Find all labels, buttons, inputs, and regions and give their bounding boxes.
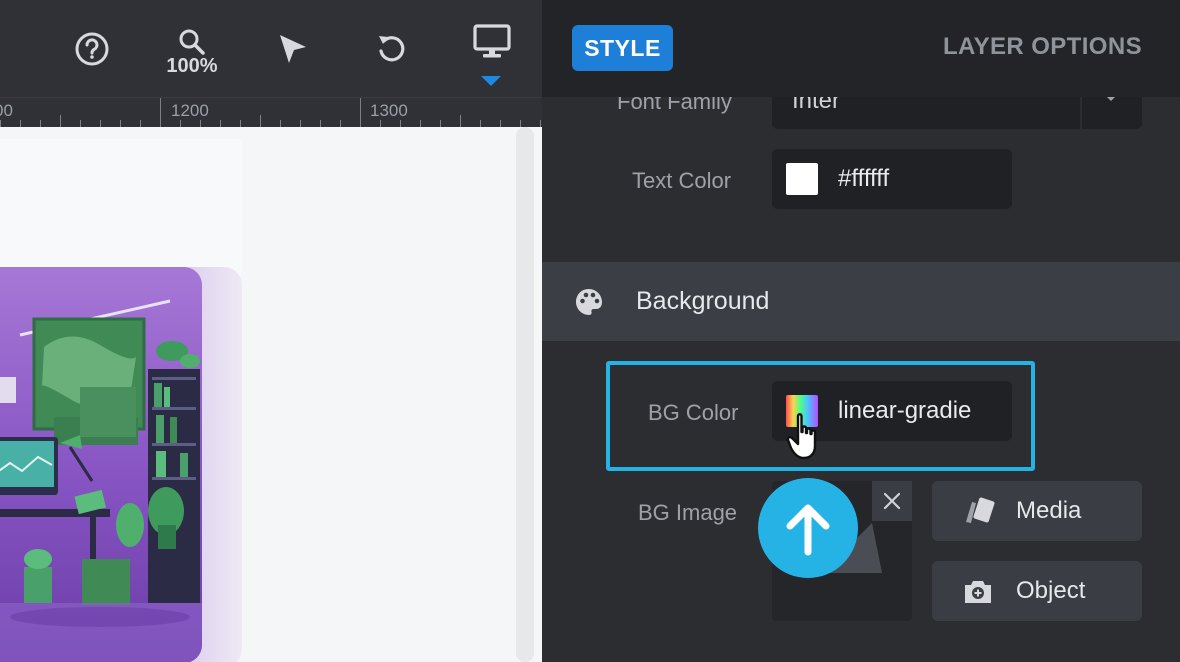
ruler-tick	[280, 120, 281, 127]
ruler-tick	[500, 120, 501, 127]
undo-button[interactable]	[371, 0, 411, 97]
top-toolbar: 100%	[0, 0, 542, 97]
ruler-tick	[540, 120, 541, 127]
camera-plus-icon	[965, 581, 991, 603]
clear-bg-image-button[interactable]	[872, 481, 912, 521]
ruler-tick	[420, 120, 421, 127]
font-family-row: Font Family Inter	[542, 97, 1180, 133]
background-section-header[interactable]: Background	[542, 262, 1180, 341]
font-family-value: Inter	[792, 97, 841, 114]
ruler-tick	[100, 120, 101, 127]
object-button-label: Object	[1016, 577, 1086, 604]
ruler-tick	[20, 120, 21, 127]
text-color-value: #ffffff	[838, 165, 890, 192]
ruler-tick	[220, 120, 221, 127]
ruler-tick	[160, 98, 161, 127]
object-button[interactable]: Object	[932, 561, 1142, 621]
workspace-illustration[interactable]	[0, 267, 202, 662]
canvas-paper	[0, 139, 242, 279]
editor-window: 100% 0 1200 1300 STYLE LAYER OPTIONS Fon…	[0, 0, 1180, 662]
ruler-tick	[260, 115, 261, 127]
cursor-arrow-icon	[280, 34, 306, 63]
ruler-tick	[480, 120, 481, 127]
ruler-tick	[60, 115, 61, 127]
ruler-label: 1200	[171, 101, 209, 120]
ruler-tick	[380, 120, 381, 127]
ruler-tick	[440, 120, 441, 127]
active-device-indicator	[481, 76, 501, 86]
palette-icon	[576, 289, 602, 315]
zoom-level-label: 100%	[166, 54, 218, 77]
select-tool-button[interactable]	[272, 0, 312, 97]
select-divider	[1080, 97, 1082, 129]
text-color-field[interactable]: #ffffff	[772, 149, 1012, 209]
undo-icon	[379, 35, 405, 61]
font-family-label: Font Family	[617, 97, 732, 114]
font-family-select[interactable]: Inter	[772, 97, 1142, 129]
ruler-tick	[300, 120, 301, 127]
background-section-title: Background	[636, 287, 770, 315]
zoom-button[interactable]: 100%	[160, 0, 224, 97]
bg-color-label: BG Color	[648, 400, 739, 425]
ruler-tick	[180, 120, 181, 127]
ruler-label: 1300	[370, 101, 408, 120]
canvas-scrollbar[interactable]	[516, 127, 534, 662]
workspace-illustration-art	[0, 299, 202, 662]
ruler-tick	[240, 120, 241, 127]
media-button-label: Media	[1016, 497, 1082, 524]
media-button[interactable]: Media	[932, 481, 1142, 541]
ruler-tick	[200, 120, 201, 127]
help-circle-icon	[75, 32, 109, 65]
horizontal-ruler: 00 1200 1300	[0, 97, 542, 127]
settings-panel: STYLE LAYER OPTIONS Font Family Inter Te…	[542, 0, 1180, 662]
bg-image-label: BG Image	[638, 500, 738, 525]
tab-layer-options[interactable]: LAYER OPTIONS	[943, 33, 1142, 61]
arrow-up-icon	[786, 504, 830, 556]
zoom-icon	[179, 29, 205, 55]
ruler-tick	[0, 120, 1, 127]
chevron-down-icon	[1107, 97, 1115, 101]
close-icon	[883, 492, 901, 510]
desktop-monitor-icon	[473, 23, 511, 57]
ruler-tick	[340, 120, 341, 127]
text-color-label: Text Color	[632, 168, 732, 193]
editor-area: 100% 0 1200 1300	[0, 0, 542, 662]
help-button[interactable]	[72, 0, 112, 97]
tab-style[interactable]: STYLE	[572, 25, 673, 71]
hand-pointer-icon	[786, 413, 817, 460]
ruler-tick	[460, 115, 461, 127]
ruler-tick	[360, 98, 361, 127]
ruler-tick	[80, 120, 81, 127]
media-library-icon	[966, 497, 995, 523]
ruler-label: 00	[0, 101, 13, 120]
ruler-tick	[140, 120, 141, 127]
ruler-tick	[320, 120, 321, 127]
design-canvas[interactable]	[0, 127, 542, 662]
scroll-up-button[interactable]	[758, 478, 858, 578]
ruler-tick	[120, 120, 121, 127]
bg-color-value: linear-gradie	[838, 397, 972, 424]
ruler-tick	[400, 120, 401, 127]
panel-tabs: STYLE LAYER OPTIONS	[542, 0, 1180, 97]
ruler-tick	[40, 120, 41, 127]
ruler-tick	[520, 120, 521, 127]
text-color-swatch[interactable]	[786, 163, 818, 195]
